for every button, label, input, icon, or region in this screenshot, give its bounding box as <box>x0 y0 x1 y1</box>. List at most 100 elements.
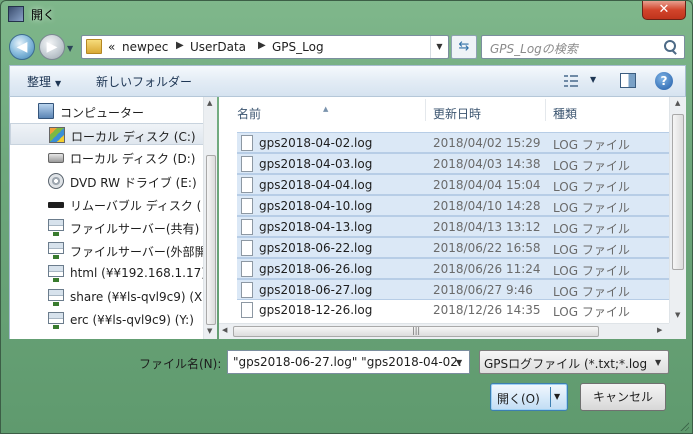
file-date: 2018/06/22 16:58 <box>433 241 541 255</box>
breadcrumb-item-gps-log[interactable]: GPS_Log <box>272 40 324 54</box>
refresh-button[interactable]: ⇆ <box>451 35 477 59</box>
tree-item[interactable]: DVD RW ドライブ (E:) <box>10 170 203 192</box>
tree-item-label: erc (¥¥ls-qvl9c9) (Y:) <box>70 312 194 327</box>
tree-item-label: DVD RW ドライブ (E:) <box>70 175 197 190</box>
file-type: LOG ファイル <box>553 264 630 278</box>
drive-icon <box>48 153 64 164</box>
scroll-right-icon[interactable]: ▶ <box>657 326 662 334</box>
search-placeholder: GPS_Logの検索 <box>490 42 578 56</box>
new-folder-button[interactable]: 新しいフォルダー <box>96 73 192 90</box>
tree-item-label: コンピューター <box>60 106 145 120</box>
breadcrumb-item-userdata[interactable]: UserData <box>190 40 246 54</box>
file-row[interactable]: gps2018-12-26.log 2018/12/26 14:35 LOG ファイ… <box>237 300 669 321</box>
file-name: gps2018-04-13.log <box>259 220 373 234</box>
chevron-down-icon: ▼ <box>55 79 62 88</box>
file-date: 2018/04/13 13:12 <box>433 220 541 234</box>
file-type: LOG ファイル <box>553 305 630 319</box>
scroll-thumb[interactable]: ||| <box>233 326 599 337</box>
column-header-type[interactable]: 種類 <box>546 97 666 123</box>
computer-icon <box>38 103 54 119</box>
tree-item[interactable]: ファイルサーバー(外部開 <box>10 239 203 261</box>
file-row[interactable]: gps2018-04-02.log 2018/04/02 15:29 LOG ファイ… <box>237 132 669 153</box>
open-button[interactable]: 開く(O) ▼ <box>490 383 568 411</box>
tree-item[interactable]: ローカル ディスク (D:) <box>10 146 203 168</box>
breadcrumb-separator[interactable]: ▶ <box>176 40 184 51</box>
organize-label: 整理 <box>27 75 52 89</box>
back-button[interactable]: ◀ <box>9 34 35 60</box>
view-dropdown[interactable]: ▼ <box>590 75 596 84</box>
file-type: LOG ファイル <box>553 285 630 299</box>
file-date: 2018/06/27 9:46 <box>433 283 533 297</box>
app-icon <box>8 6 24 22</box>
search-input[interactable]: GPS_Logの検索 <box>481 35 685 59</box>
file-list-horizontal-scrollbar[interactable]: ◀ ||| ▶ <box>219 323 669 339</box>
forward-button[interactable]: ▶ <box>39 34 65 60</box>
network-drive-icon <box>48 265 64 283</box>
file-type: LOG ファイル <box>553 222 630 236</box>
file-list-vertical-scrollbar[interactable]: ▲ ▼ <box>669 97 686 323</box>
tree-item[interactable]: ローカル ディスク (C:) <box>10 123 203 146</box>
resize-grip[interactable] <box>677 419 689 431</box>
file-row[interactable]: gps2018-06-22.log 2018/06/22 16:58 LOG ファイ… <box>237 237 669 258</box>
tree-item[interactable]: html (¥¥192.168.1.17) <box>10 262 203 284</box>
scroll-up-icon[interactable]: ▲ <box>675 99 680 107</box>
scroll-down-icon[interactable]: ▼ <box>207 327 212 335</box>
navigation-pane-scrollbar[interactable]: ▲ ▼ <box>203 97 217 339</box>
file-icon <box>241 156 253 172</box>
title-bar: 開く ✕ <box>1 1 692 29</box>
tree-item[interactable]: erc (¥¥ls-qvl9c9) (Y:) <box>10 309 203 331</box>
tree-item[interactable]: ファイルサーバー(共有) <box>10 216 203 238</box>
tree-item-label: ローカル ディスク (D:) <box>70 152 196 167</box>
navigation-pane: コンピューターローカル ディスク (C:) ローカル ディスク (D:) DVD R… <box>9 97 203 339</box>
file-name: gps2018-06-26.log <box>259 262 373 276</box>
network-drive-icon <box>48 219 64 236</box>
view-options-icon[interactable] <box>564 75 578 87</box>
scroll-left-icon[interactable]: ◀ <box>222 326 227 334</box>
tree-item-label: ファイルサーバー(外部開 <box>70 245 203 260</box>
split-divider <box>550 387 551 407</box>
column-header-name[interactable]: 名前 ▲ <box>219 97 415 123</box>
filename-input[interactable]: "gps2018-06-27.log" "gps2018-04-02. <box>227 350 470 374</box>
file-row[interactable]: gps2018-06-26.log 2018/06/26 11:24 LOG ファイ… <box>237 258 669 279</box>
file-row[interactable]: gps2018-04-13.log 2018/04/13 13:12 LOG ファイ… <box>237 216 669 237</box>
file-icon <box>241 198 253 214</box>
close-button[interactable]: ✕ <box>642 1 686 20</box>
file-row[interactable]: gps2018-04-04.log 2018/04/04 15:04 LOG ファイ… <box>237 174 669 195</box>
tree-item[interactable]: リムーバブル ディスク ( <box>10 193 203 215</box>
chevron-down-icon[interactable]: ▼ <box>655 358 661 367</box>
help-icon[interactable]: ? <box>655 72 673 90</box>
chevron-down-icon[interactable]: ▼ <box>456 358 462 367</box>
tree-item[interactable]: コンピューター <box>10 100 203 122</box>
scroll-thumb[interactable] <box>206 155 216 325</box>
sort-ascending-icon: ▲ <box>323 105 329 113</box>
navigation-bar: ◀ ▶ ▼ « newpec ▶ UserData ▶ GPS_Log ▼ ⇆ … <box>1 29 692 65</box>
file-type-select[interactable]: GPSログファイル (*.txt;*.log <box>479 350 669 374</box>
breadcrumb-overflow[interactable]: « <box>108 40 115 54</box>
recent-locations-dropdown[interactable]: ▼ <box>67 44 77 53</box>
column-type-label: 種類 <box>553 107 578 121</box>
address-dropdown[interactable]: ▼ <box>430 36 448 58</box>
breadcrumb-separator[interactable]: ▶ <box>258 40 266 51</box>
address-bar[interactable]: « newpec ▶ UserData ▶ GPS_Log ▼ <box>81 35 449 59</box>
scroll-down-icon[interactable]: ▼ <box>675 311 680 319</box>
preview-pane-icon[interactable] <box>620 73 636 88</box>
network-drive-icon <box>48 242 64 260</box>
file-row[interactable]: gps2018-04-10.log 2018/04/10 14:28 LOG ファイ… <box>237 195 669 216</box>
tree-item-label: ローカル ディスク (C:) <box>71 130 196 145</box>
cancel-button[interactable]: キャンセル <box>580 383 666 411</box>
chevron-down-icon[interactable]: ▼ <box>554 392 560 401</box>
file-row[interactable]: gps2018-06-27.log 2018/06/27 9:46 LOG ファイル <box>237 279 669 300</box>
file-row[interactable]: gps2018-04-03.log 2018/04/03 14:38 LOG ファイ… <box>237 153 669 174</box>
file-date: 2018/06/26 11:24 <box>433 262 541 276</box>
breadcrumb-item-newpec[interactable]: newpec <box>122 40 168 54</box>
system-drive-icon <box>49 127 65 144</box>
tree-item-label: ファイルサーバー(共有) <box>70 222 200 236</box>
file-name: gps2018-06-22.log <box>259 241 373 255</box>
scroll-up-icon[interactable]: ▲ <box>207 99 212 107</box>
file-date: 2018/04/10 14:28 <box>433 199 541 213</box>
organize-menu[interactable]: 整理 ▼ <box>27 73 61 90</box>
scroll-thumb[interactable] <box>672 114 684 270</box>
tree-item[interactable]: share (¥¥ls-qvl9c9) (X: <box>10 286 203 308</box>
column-header-date[interactable]: 更新日時 <box>426 97 544 123</box>
search-icon[interactable] <box>664 40 676 54</box>
